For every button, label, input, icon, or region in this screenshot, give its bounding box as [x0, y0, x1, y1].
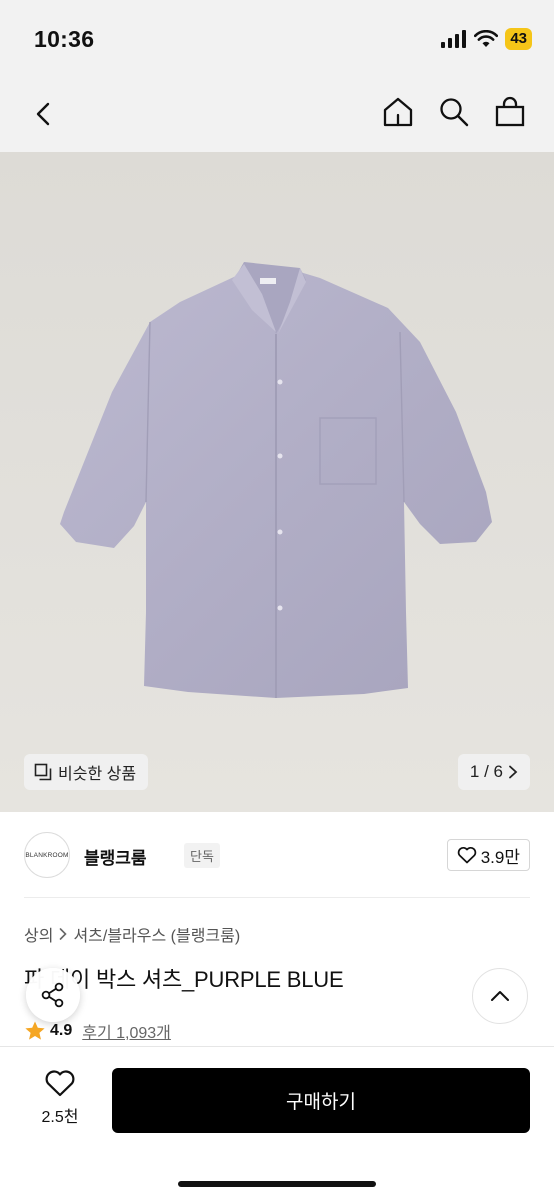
review-count-link[interactable]: 후기 1,093개	[82, 1019, 171, 1043]
copy-icon	[34, 763, 52, 781]
home-button[interactable]	[380, 94, 416, 130]
chevron-right-icon	[509, 765, 518, 779]
cart-button[interactable]	[492, 94, 528, 130]
brand-like-count: 3.9만	[480, 847, 520, 867]
wifi-icon	[474, 30, 499, 47]
back-button[interactable]	[26, 96, 62, 132]
search-icon	[440, 98, 469, 127]
breadcrumb-subcategory[interactable]: 셔츠/블라우스 (블랭크룸)	[73, 922, 240, 946]
share-icon	[41, 982, 64, 1008]
breadcrumb-category[interactable]: 상의	[24, 922, 53, 946]
search-button[interactable]	[436, 94, 472, 130]
home-icon	[383, 97, 413, 127]
heart-outline-icon	[457, 846, 476, 864]
brand-logo[interactable]: BLANKROOM	[24, 832, 70, 878]
image-page-label: 1 / 6	[469, 762, 503, 781]
similar-products-button[interactable]: 비슷한 상품	[24, 754, 149, 790]
brand-row: BLANKROOM 블랭크룸 단독 3.9만	[24, 812, 530, 898]
chevron-left-icon	[36, 102, 50, 126]
wishlist-count: 2.5천	[41, 1109, 79, 1126]
brand-name[interactable]: 블랭크룸	[84, 844, 147, 869]
home-indicator	[178, 1181, 376, 1187]
status-bar: 10:36 43	[0, 0, 554, 80]
buy-button[interactable]: 구매하기	[112, 1068, 530, 1133]
status-icons: 43	[441, 28, 532, 50]
battery-indicator: 43	[505, 28, 532, 50]
status-time: 10:36	[34, 26, 95, 52]
heart-outline-icon	[45, 1070, 75, 1097]
signal-icon	[441, 30, 467, 48]
image-page-counter[interactable]: 1 / 6	[457, 754, 530, 790]
shopping-bag-icon	[495, 96, 525, 127]
chevron-right-icon	[60, 928, 68, 940]
shirt-image	[60, 262, 492, 698]
product-rating[interactable]: 4.9 후기 1,093개	[24, 1019, 171, 1043]
chevron-up-icon	[491, 991, 509, 1001]
category-breadcrumb: 상의 셔츠/블라우스 (블랭크룸)	[24, 922, 240, 946]
wishlist-button[interactable]: 2.5천	[28, 1069, 92, 1127]
scroll-to-top-button[interactable]	[472, 968, 528, 1024]
star-icon	[25, 1021, 45, 1040]
top-nav	[0, 80, 554, 152]
similar-products-label: 비슷한 상품	[58, 766, 137, 783]
exclusive-badge: 단독	[184, 843, 220, 868]
brand-logo-text: BLANKROOM	[25, 851, 69, 859]
rating-score: 4.9	[50, 1022, 73, 1039]
share-button[interactable]	[26, 968, 80, 1022]
product-image[interactable]: 비슷한 상품 1 / 6	[0, 152, 554, 812]
bottom-action-bar: 2.5천 구매하기	[0, 1046, 554, 1200]
brand-like-button[interactable]: 3.9만	[446, 839, 530, 871]
